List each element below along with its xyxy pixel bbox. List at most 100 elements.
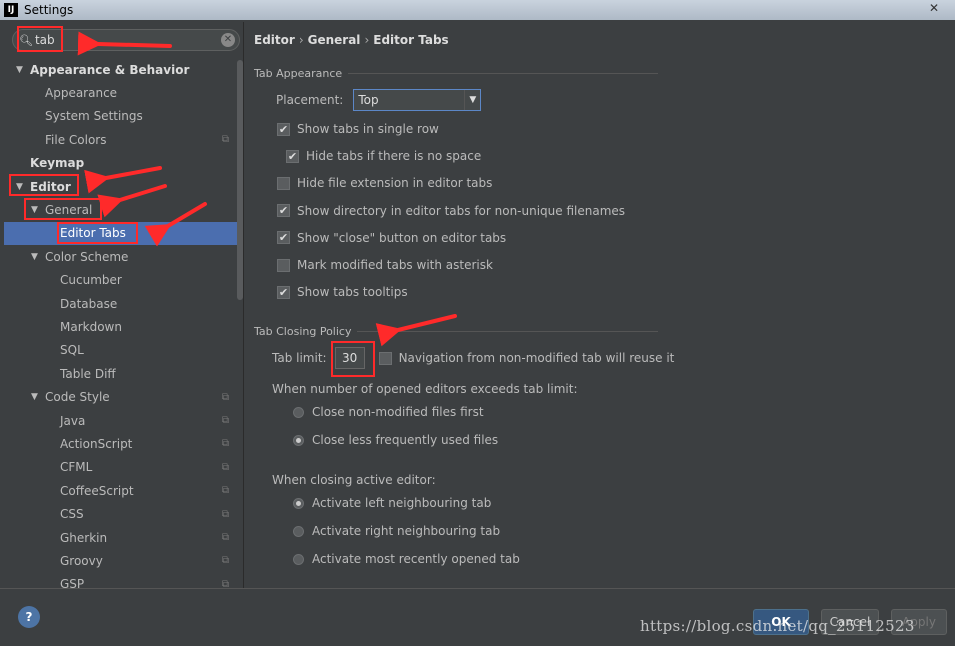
tree-item-label: Editor — [30, 179, 71, 194]
tree-item-editor[interactable]: ▼ Editor — [4, 175, 243, 198]
tree-item-color-scheme[interactable]: ▼ Color Scheme — [4, 245, 243, 268]
placement-label: Placement: — [276, 93, 344, 107]
tree-item-general[interactable]: ▼ General — [4, 198, 243, 221]
tree-item-label: Code Style — [45, 390, 110, 405]
project-settings-icon: ⧉ — [221, 555, 229, 567]
radio-row[interactable]: Activate most recently opened tab — [293, 552, 520, 566]
project-settings-icon: ⧉ — [221, 461, 229, 473]
tree-item-java[interactable]: Java ⧉ — [4, 409, 243, 432]
checkbox[interactable] — [277, 258, 290, 272]
checkbox[interactable]: ✔ — [277, 122, 290, 136]
tree-item-system-settings[interactable]: System Settings — [4, 105, 243, 128]
option-label: Hide tabs if there is no space — [306, 149, 482, 164]
close-window-button[interactable]: ✕ — [921, 1, 947, 18]
app-logo-icon: IJ — [4, 3, 18, 17]
closing-label: When closing active editor: — [272, 473, 436, 487]
radio-row[interactable]: Activate right neighbouring tab — [293, 524, 500, 538]
radio-label: Close less frequently used files — [312, 433, 499, 447]
expand-arrow-icon: ▼ — [16, 181, 23, 192]
tree-item-label: CSS — [60, 507, 84, 522]
checkbox[interactable]: ✔ — [277, 204, 290, 218]
radio-button[interactable] — [293, 497, 304, 509]
radio-row[interactable]: Close less frequently used files — [293, 433, 498, 447]
radio-label: Activate left neighbouring tab — [312, 496, 492, 510]
tree-item-table-diff[interactable]: Table Diff — [4, 362, 243, 385]
tree-item-label: Appearance — [45, 86, 118, 101]
tree-item-label: Keymap — [30, 156, 85, 171]
tree-item-keymap[interactable]: Keymap — [4, 152, 243, 175]
breadcrumb: Editor › General › Editor Tabs — [254, 33, 449, 47]
tree-item-sql[interactable]: SQL — [4, 339, 243, 362]
tree-item-label: CFML — [60, 460, 93, 475]
checkbox[interactable]: ✔ — [277, 285, 290, 299]
option-label: Show "close" button on editor tabs — [297, 230, 507, 245]
project-settings-icon: ⧉ — [221, 508, 229, 520]
settings-sidebar: 🔍︎ tab ✕ ▼ Appearance & Behavior Appearanc… — [4, 22, 243, 588]
tree-item-css[interactable]: CSS ⧉ — [4, 502, 243, 525]
project-settings-icon: ⧉ — [221, 134, 229, 146]
tree-item-actionscript[interactable]: ActionScript ⧉ — [4, 432, 243, 455]
expand-arrow-icon: ▼ — [16, 64, 23, 75]
radio-button[interactable] — [293, 406, 304, 418]
breadcrumb-separator: › — [298, 33, 304, 47]
option-row[interactable]: ✔ Show "close" button on editor tabs — [277, 231, 506, 245]
option-row[interactable]: ✔ Show directory in editor tabs for non-u… — [277, 204, 625, 218]
tree-item-file-colors[interactable]: File Colors ⧉ — [4, 128, 243, 151]
nav-reuse-label: Navigation from non-modified tab will re… — [398, 351, 675, 365]
tree-item-groovy[interactable]: Groovy ⧉ — [4, 549, 243, 572]
tab-limit-input[interactable]: 30 — [334, 347, 365, 369]
tree-item-cfml[interactable]: CFML ⧉ — [4, 456, 243, 479]
radio-button[interactable] — [293, 553, 304, 565]
tree-item-editor-tabs[interactable]: Editor Tabs — [4, 221, 243, 246]
tree-item-code-style[interactable]: ▼ Code Style ⧉ — [4, 385, 243, 408]
tree-item-label: File Colors — [45, 132, 107, 147]
clear-search-icon[interactable]: ✕ — [221, 33, 235, 47]
tree-item-label: Markdown — [60, 319, 122, 334]
breadcrumb-item: General — [307, 33, 361, 47]
tree-item-label: SQL — [60, 343, 84, 358]
radio-button[interactable] — [293, 434, 304, 446]
radio-button[interactable] — [293, 525, 304, 537]
tree-item-label: Java — [60, 413, 86, 428]
checkbox[interactable] — [277, 176, 290, 190]
radio-row[interactable]: Activate left neighbouring tab — [293, 496, 491, 510]
search-input[interactable]: 🔍︎ tab ✕ — [12, 29, 240, 51]
option-label: Show tabs in single row — [297, 122, 439, 136]
tree-item-label: Appearance & Behavior — [30, 62, 190, 77]
tree-item-appearance[interactable]: Appearance — [4, 81, 243, 104]
tree-item-gherkin[interactable]: Gherkin ⧉ — [4, 526, 243, 549]
nav-reuse-checkbox[interactable] — [378, 351, 392, 365]
option-row[interactable]: Mark modified tabs with asterisk — [277, 258, 493, 272]
option-label: Show directory in editor tabs for non-un… — [297, 203, 626, 218]
expand-arrow-icon: ▼ — [31, 251, 38, 262]
placement-row: Placement: Top ▼ — [276, 89, 482, 111]
watermark: https://blog.csdn.net/qq_25112523 — [640, 617, 915, 635]
option-label: Hide file extension in editor tabs — [297, 176, 493, 191]
project-settings-icon: ⧉ — [221, 578, 229, 588]
tree-item-markdown[interactable]: Markdown — [4, 315, 243, 338]
tree-item-appearance-behavior[interactable]: ▼ Appearance & Behavior — [4, 58, 243, 81]
option-label: Show tabs tooltips — [297, 285, 408, 300]
tree-item-cucumber[interactable]: Cucumber — [4, 269, 243, 292]
radio-row[interactable]: Close non-modified files first — [293, 405, 484, 419]
option-row[interactable]: Hide file extension in editor tabs — [277, 176, 492, 190]
help-button[interactable]: ? — [18, 606, 40, 628]
window-title: Settings — [24, 3, 74, 17]
tree-item-label: General — [45, 203, 93, 218]
project-settings-icon: ⧉ — [221, 438, 229, 450]
tree-item-coffeescript[interactable]: CoffeeScript ⧉ — [4, 479, 243, 502]
option-row[interactable]: ✔ Hide tabs if there is no space — [286, 149, 481, 163]
checkbox[interactable]: ✔ — [286, 149, 299, 163]
placement-value: Top — [358, 93, 379, 107]
tab-appearance-group: Tab Appearance — [254, 67, 658, 80]
breadcrumb-item: Editor — [254, 33, 295, 47]
project-settings-icon: ⧉ — [221, 391, 229, 403]
placement-dropdown[interactable]: Top ▼ — [353, 89, 482, 111]
tree-item-label: ActionScript — [60, 436, 133, 451]
option-row[interactable]: ✔ Show tabs tooltips — [277, 285, 408, 299]
checkbox[interactable]: ✔ — [277, 231, 290, 245]
tree-item-gsp[interactable]: GSP ⧉ — [4, 573, 243, 588]
tree-item-label: Groovy — [60, 553, 103, 568]
tree-item-database[interactable]: Database — [4, 292, 243, 315]
option-row[interactable]: ✔ Show tabs in single row — [277, 122, 439, 136]
